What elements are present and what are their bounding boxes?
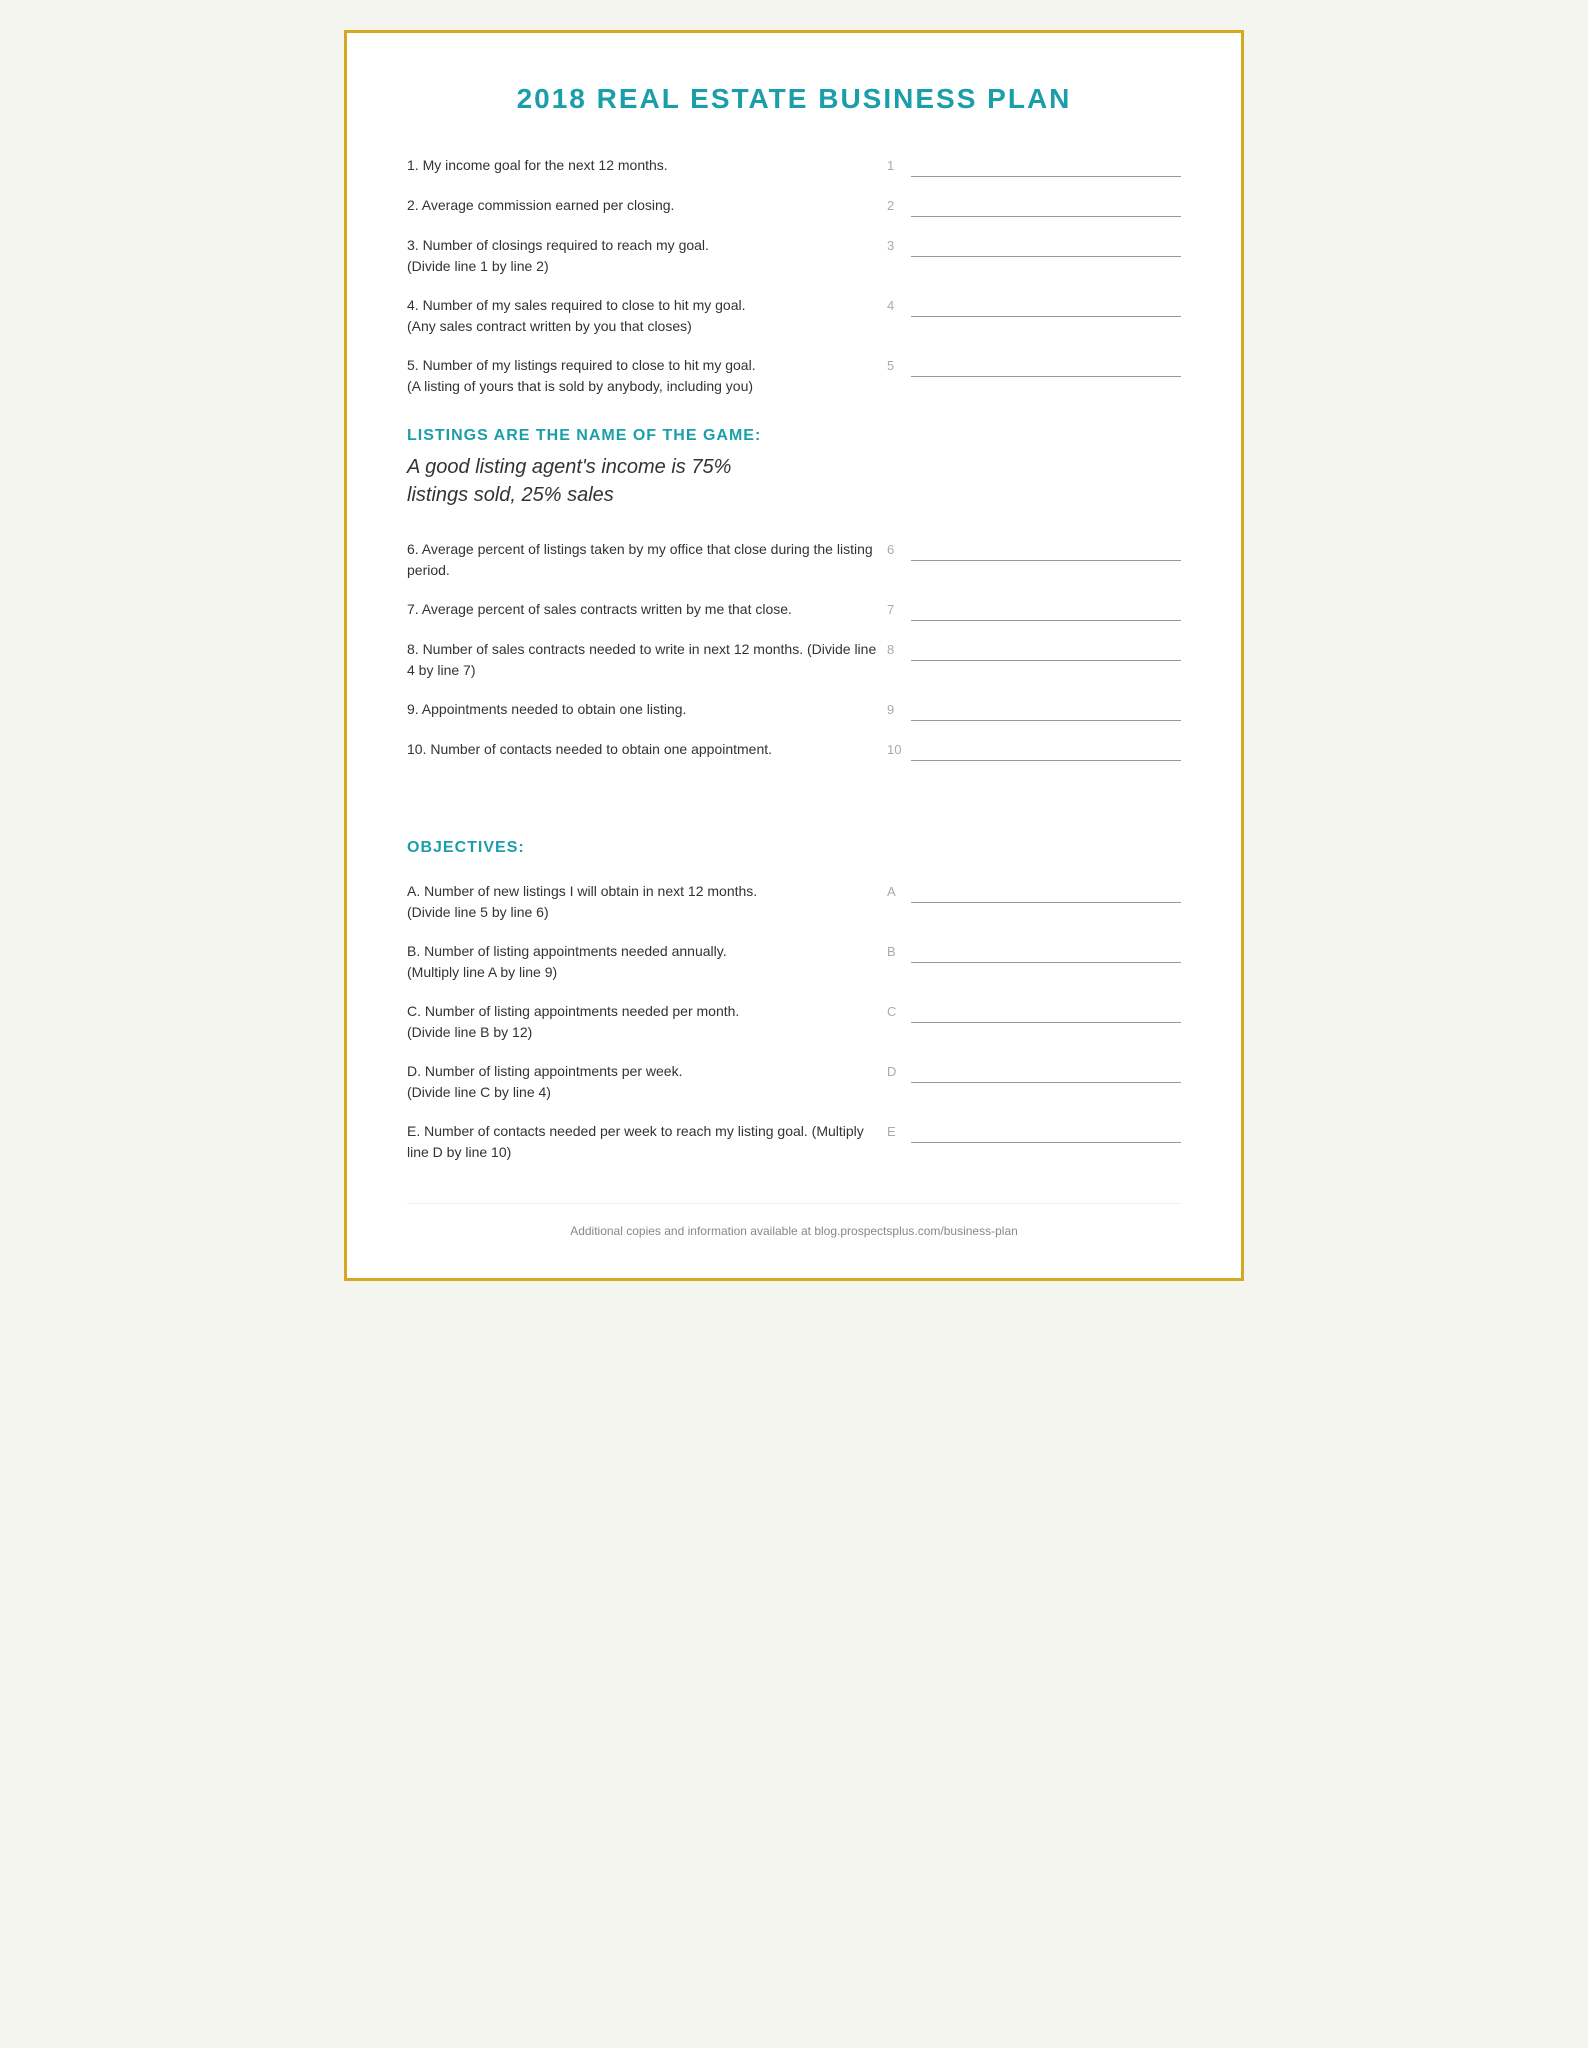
question-text-5: 5. Number of my listings required to clo… [407,355,887,397]
line-number-A: A [887,883,905,899]
italic-line-1: A good listing agent's income is 75% [407,456,731,478]
answer-area-B: B [887,941,1181,963]
objective-row-B: B. Number of listing appointments needed… [407,941,1181,983]
line-number-1: 1 [887,157,905,173]
answer-area-C: C [887,1001,1181,1023]
question-row-9: 9. Appointments needed to obtain one lis… [407,699,1181,721]
answer-line-5[interactable] [911,359,1181,377]
line-number-C: C [887,1003,905,1019]
line-number-B: B [887,943,905,959]
answer-area-3: 3 [887,235,1181,257]
line-number-3: 3 [887,237,905,253]
answer-area-2: 2 [887,195,1181,217]
answer-line-4[interactable] [911,299,1181,317]
answer-area-E: E [887,1121,1181,1143]
section-heading-listings: LISTINGS ARE THE NAME OF THE GAME: [407,427,1181,445]
objective-text-D: D. Number of listing appointments per we… [407,1061,887,1103]
question-text-3: 3. Number of closings required to reach … [407,235,887,277]
question-text-2: 2. Average commission earned per closing… [407,195,887,216]
objective-text-A: A. Number of new listings I will obtain … [407,881,887,923]
question-row-6: 6. Average percent of listings taken by … [407,539,1181,581]
objective-row-A: A. Number of new listings I will obtain … [407,881,1181,923]
answer-line-B[interactable] [911,945,1181,963]
answer-line-A[interactable] [911,885,1181,903]
page: 2018 REAL ESTATE BUSINESS PLAN 1. My inc… [344,30,1244,1281]
answer-line-1[interactable] [911,159,1181,177]
line-number-6: 6 [887,541,905,557]
answer-line-8[interactable] [911,643,1181,661]
answer-area-4: 4 [887,295,1181,317]
question-text-8: 8. Number of sales contracts needed to w… [407,639,887,681]
objective-text-C: C. Number of listing appointments needed… [407,1001,887,1043]
answer-line-2[interactable] [911,199,1181,217]
objective-row-E: E. Number of contacts needed per week to… [407,1121,1181,1163]
answer-line-9[interactable] [911,703,1181,721]
answer-line-E[interactable] [911,1125,1181,1143]
page-title: 2018 REAL ESTATE BUSINESS PLAN [407,83,1181,115]
question-text-4: 4. Number of my sales required to close … [407,295,887,337]
answer-area-9: 9 [887,699,1181,721]
line-number-E: E [887,1123,905,1139]
footer: Additional copies and information availa… [407,1203,1181,1238]
objective-row-C: C. Number of listing appointments needed… [407,1001,1181,1043]
question-row-4: 4. Number of my sales required to close … [407,295,1181,337]
answer-line-3[interactable] [911,239,1181,257]
answer-line-6[interactable] [911,543,1181,561]
question-text-6: 6. Average percent of listings taken by … [407,539,887,581]
line-number-5: 5 [887,357,905,373]
line-number-10: 10 [887,741,905,757]
objective-text-E: E. Number of contacts needed per week to… [407,1121,887,1163]
answer-area-A: A [887,881,1181,903]
line-number-2: 2 [887,197,905,213]
answer-area-D: D [887,1061,1181,1083]
question-text-9: 9. Appointments needed to obtain one lis… [407,699,887,720]
answer-line-D[interactable] [911,1065,1181,1083]
italic-line-2: listings sold, 25% sales [407,484,614,506]
answer-line-7[interactable] [911,603,1181,621]
line-number-7: 7 [887,601,905,617]
question-text-10: 10. Number of contacts needed to obtain … [407,739,887,760]
line-number-D: D [887,1063,905,1079]
italic-tagline: A good listing agent's income is 75% lis… [407,453,1181,509]
answer-area-5: 5 [887,355,1181,377]
line-number-9: 9 [887,701,905,717]
question-row-3: 3. Number of closings required to reach … [407,235,1181,277]
line-number-8: 8 [887,641,905,657]
footer-text: Additional copies and information availa… [570,1224,1018,1238]
objective-row-D: D. Number of listing appointments per we… [407,1061,1181,1103]
question-row-10: 10. Number of contacts needed to obtain … [407,739,1181,761]
question-text-7: 7. Average percent of sales contracts wr… [407,599,887,620]
answer-line-C[interactable] [911,1005,1181,1023]
answer-line-10[interactable] [911,743,1181,761]
answer-area-7: 7 [887,599,1181,621]
section-heading-objectives: OBJECTIVES: [407,839,1181,857]
question-row-1: 1. My income goal for the next 12 months… [407,155,1181,177]
line-number-4: 4 [887,297,905,313]
question-text-1: 1. My income goal for the next 12 months… [407,155,887,176]
answer-area-1: 1 [887,155,1181,177]
answer-area-6: 6 [887,539,1181,561]
objective-text-B: B. Number of listing appointments needed… [407,941,887,983]
question-row-2: 2. Average commission earned per closing… [407,195,1181,217]
question-row-7: 7. Average percent of sales contracts wr… [407,599,1181,621]
question-row-5: 5. Number of my listings required to clo… [407,355,1181,397]
answer-area-8: 8 [887,639,1181,661]
answer-area-10: 10 [887,739,1181,761]
question-row-8: 8. Number of sales contracts needed to w… [407,639,1181,681]
